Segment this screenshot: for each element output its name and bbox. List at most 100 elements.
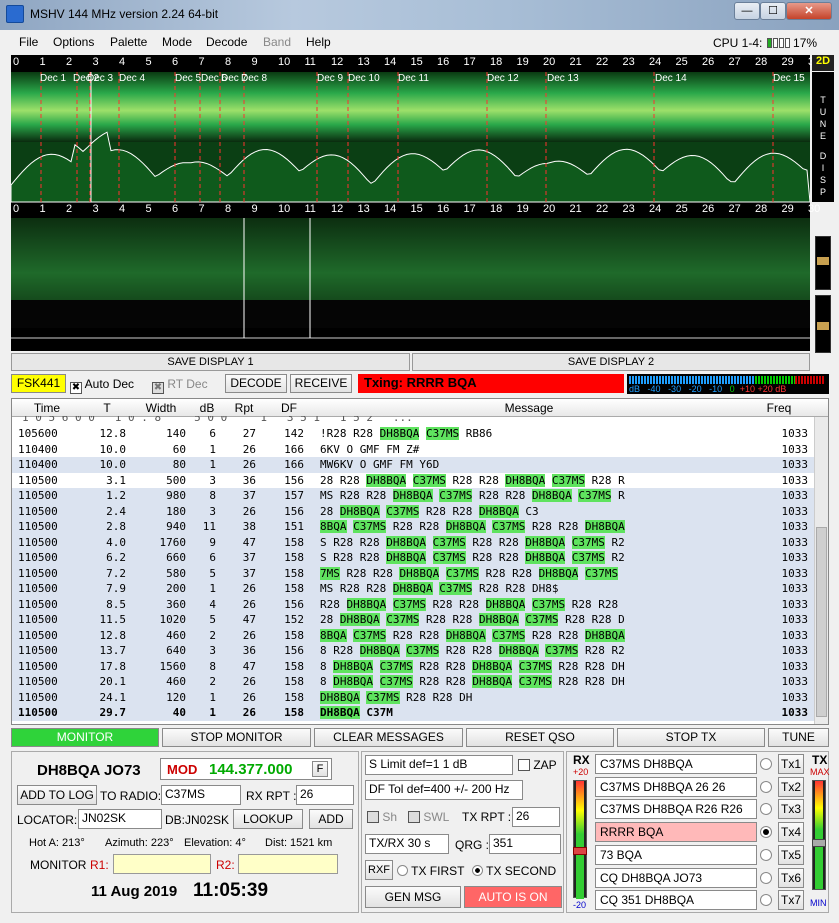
r1-field[interactable]: [113, 854, 211, 874]
scroll-thumb[interactable]: [816, 527, 827, 717]
table-row[interactable]: 110500 8.5 360 4 26 156 R28 DH8BQA C37MS R28 R…: [12, 596, 816, 612]
brightness-slider[interactable]: [815, 295, 831, 353]
menu-help[interactable]: Help: [306, 35, 331, 49]
tx-select-radio[interactable]: [760, 826, 772, 839]
close-button[interactable]: ✕: [786, 2, 832, 20]
col-t[interactable]: T: [82, 401, 132, 415]
stop-tx-button[interactable]: STOP TX: [617, 728, 765, 747]
radio-circle[interactable]: [397, 865, 408, 876]
tx-message-field[interactable]: C37MS DH8BQA: [595, 754, 757, 774]
table-row[interactable]: 110500 11.5 1020 5 47 152 28 DH8BQA C37MS R28 …: [12, 612, 816, 628]
menu-options[interactable]: Options: [53, 35, 94, 49]
r2-field[interactable]: [238, 854, 338, 874]
tx-message-field[interactable]: RRRR BQA: [595, 822, 757, 843]
tx-send-button[interactable]: Tx1: [778, 754, 804, 774]
reset-qso-button[interactable]: RESET QSO: [466, 728, 614, 747]
tx-select-radio[interactable]: [760, 871, 772, 884]
col-message[interactable]: Message: [314, 401, 744, 415]
waterfall-display[interactable]: 0 1 2 3 4 5 6 7 8 9 10 11 12 13 14 15 16 17 18 19 20 21 22 23 24…: [10, 55, 820, 351]
table-row[interactable]: 110500 24.1 120 1 26 158 DH8BQA C37MS R28 R28 …: [12, 689, 816, 705]
rt-dec-checkbox[interactable]: ✖ RT Dec: [152, 377, 208, 394]
col-df[interactable]: DF: [264, 401, 314, 415]
zap-checkbox[interactable]: ZAP: [518, 758, 557, 772]
col-time[interactable]: Time: [12, 401, 82, 415]
tx-message-field[interactable]: C37MS DH8BQA 26 26: [595, 776, 757, 797]
tx-level-thumb[interactable]: [812, 839, 826, 847]
rx-level-thumb[interactable]: [573, 847, 587, 855]
add-button[interactable]: ADD: [309, 809, 353, 829]
table-row[interactable]: 110500 29.7 40 1 26 158 DH8BQA C37M 1033: [12, 705, 816, 721]
df-tol-spinbox[interactable]: DF Tol def=400 +/- 200 Hz: [365, 780, 523, 800]
table-row[interactable]: 110500 13.7 640 3 36 156 8 R28 DH8BQA C37MS R2…: [12, 643, 816, 659]
sh-check[interactable]: [367, 811, 379, 823]
qrg-input[interactable]: 351: [489, 834, 561, 854]
table-row[interactable]: 110500 6.2 660 6 37 158 S R28 R28 DH8BQA C37MS…: [12, 550, 816, 566]
table-row[interactable]: 110500 2.4 180 3 26 156 28 DH8BQA C37MS R28 R2…: [12, 503, 816, 519]
menu-file[interactable]: File: [19, 35, 38, 49]
tx-message-field[interactable]: CQ 351 DH8BQA: [595, 890, 757, 911]
tx-select-radio[interactable]: [760, 894, 772, 907]
table-row[interactable]: 110400 10.0 80 1 26 166 MW6KV O GMF FM Y6D 1033: [12, 457, 816, 473]
menu-palette[interactable]: Palette: [110, 35, 147, 49]
maximize-button[interactable]: ☐: [760, 2, 786, 20]
col-rpt[interactable]: Rpt: [224, 401, 264, 415]
slider-thumb[interactable]: [817, 322, 829, 330]
freq-f-button[interactable]: F: [312, 761, 328, 777]
tx-second-radio[interactable]: TX SECOND: [472, 864, 556, 878]
tx-send-button[interactable]: Tx2: [778, 776, 804, 797]
table-row[interactable]: 110500 2.8 940 11 38 151 8BQA C37MS R28 R28 DH…: [12, 519, 816, 535]
locator-input[interactable]: JN02SK: [78, 809, 162, 829]
table-row[interactable]: 110500 12.8 460 2 26 158 8BQA C37MS R28 R28 DH…: [12, 627, 816, 643]
table-row[interactable]: 105600 12.8 140 6 27 142 !R28 R28 DH8BQA C37MS…: [12, 426, 816, 442]
table-scrollbar[interactable]: [814, 417, 828, 724]
auto-is-on-button[interactable]: AUTO IS ON: [464, 886, 562, 908]
tx-select-radio[interactable]: [760, 758, 772, 770]
swl-checkbox[interactable]: SWL: [408, 810, 449, 824]
tx-level-slider[interactable]: [812, 780, 826, 890]
tx-message-field[interactable]: 73 BQA: [595, 844, 757, 865]
tune-button[interactable]: TUNE: [768, 728, 829, 747]
tx-send-button[interactable]: Tx4: [778, 822, 804, 843]
minimize-button[interactable]: —: [734, 2, 760, 20]
table-row[interactable]: 110500 1.2 980 8 37 157 MS R28 R28 DH8BQA C37M…: [12, 488, 816, 504]
tx-select-radio[interactable]: [760, 780, 772, 793]
s-limit-spinbox[interactable]: S Limit def=1 1 dB: [365, 755, 513, 775]
tx-rpt-spinbox[interactable]: 26: [512, 807, 560, 827]
col-db[interactable]: dB: [190, 401, 224, 415]
table-row[interactable]: 110500 7.2 580 5 37 158 7MS R28 R28 DH8BQA C37…: [12, 565, 816, 581]
menu-band[interactable]: Band: [263, 35, 291, 49]
menu-decode[interactable]: Decode: [206, 35, 247, 49]
table-row[interactable]: 110500 20.1 460 2 26 158 8 DH8BQA C37MS R28 R2…: [12, 674, 816, 690]
auto-dec-check[interactable]: ✖: [70, 382, 82, 394]
tx-rx-period-spinbox[interactable]: TX/RX 30 s: [365, 834, 449, 854]
table-row[interactable]: 110500 17.8 1560 8 47 158 8 DH8BQA C37MS R28 R…: [12, 658, 816, 674]
tx-send-button[interactable]: Tx3: [778, 799, 804, 820]
slider-thumb[interactable]: [817, 257, 829, 265]
table-row[interactable]: 110500 7.9 200 1 26 158 MS R28 R28 DH8BQA C37M…: [12, 581, 816, 597]
tx-send-button[interactable]: Tx6: [778, 867, 804, 888]
rt-dec-check[interactable]: ✖: [152, 382, 164, 394]
clear-messages-button[interactable]: CLEAR MESSAGES: [314, 728, 463, 747]
table-row[interactable]: 110400 10.0 60 1 26 166 6KV O GMF FM Z# 1033: [12, 442, 816, 458]
add-to-log-button[interactable]: ADD TO LOG: [17, 785, 97, 805]
menu-mode[interactable]: Mode: [162, 35, 192, 49]
tx-send-button[interactable]: Tx7: [778, 890, 804, 911]
tx-select-radio[interactable]: [760, 803, 772, 816]
monitor-button[interactable]: MONITOR: [11, 728, 159, 747]
save-display-1-button[interactable]: SAVE DISPLAY 1: [11, 353, 410, 371]
2d-toggle[interactable]: 2D: [812, 55, 834, 71]
radio-circle-selected[interactable]: [472, 865, 483, 876]
auto-dec-checkbox[interactable]: ✖ Auto Dec: [70, 377, 134, 394]
contrast-slider[interactable]: [815, 236, 831, 290]
receive-button[interactable]: RECEIVE: [290, 374, 352, 393]
stop-monitor-button[interactable]: STOP MONITOR: [162, 728, 311, 747]
table-row[interactable]: 110500 4.0 1760 9 47 158 S R28 R28 DH8BQA C37M…: [12, 534, 816, 550]
tx-send-button[interactable]: Tx5: [778, 844, 804, 865]
to-radio-input[interactable]: C37MS: [161, 785, 241, 805]
col-freq[interactable]: Freq: [744, 401, 814, 415]
table-row[interactable]: 110500 3.1 500 3 36 156 28 R28 DH8BQA C37MS R2…: [12, 473, 816, 489]
tx-message-field[interactable]: C37MS DH8BQA R26 R26: [595, 799, 757, 820]
sh-checkbox[interactable]: Sh: [367, 810, 397, 824]
gen-msg-button[interactable]: GEN MSG: [365, 886, 461, 908]
lookup-button[interactable]: LOOKUP: [233, 809, 303, 829]
